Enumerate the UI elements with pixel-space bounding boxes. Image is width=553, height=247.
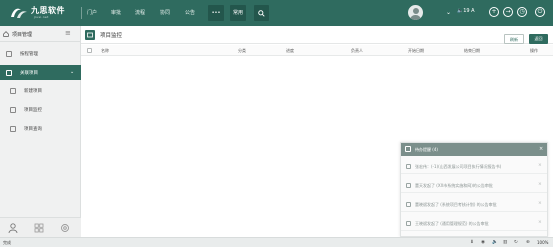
chevron-down-icon: ⌄ (70, 69, 75, 75)
notification-header: 待办提醒 (4) × (401, 143, 547, 156)
sidebar-item-project-query[interactable]: 项目查询 (0, 121, 81, 136)
close-icon[interactable]: × (538, 182, 542, 187)
speaker-icon[interactable]: 🔈 (492, 240, 498, 245)
column-owner[interactable]: 负责人 (351, 48, 363, 54)
avatar-body (410, 14, 421, 20)
notification-text: 王晓斌发起了 (通用管理规范) 的公告审批 (415, 221, 489, 226)
sidebar-item-label: 项目监控 (24, 108, 42, 113)
avatar-head (412, 7, 419, 14)
status-text: 完成 (3, 240, 11, 245)
sidebar-item-related-projects[interactable]: 关联项目 ⌄ (0, 65, 81, 80)
home-icon (3, 31, 9, 37)
notification-text: 董天发起了 (XX市系统实施和网)的公告审批 (415, 183, 493, 188)
user-icon[interactable] (8, 223, 18, 233)
page-title: 项目监控 (100, 33, 123, 39)
sidebar-item-label: 关联项目 (20, 71, 38, 76)
eye-icon[interactable]: ◉ (481, 240, 485, 245)
sidebar-item-process-management[interactable]: 按程管理 (0, 46, 81, 61)
more-button[interactable]: ••• (208, 5, 224, 21)
status-bar: 完成 ⬇ ◉ 🔈 ▥ ↻ ⊕ 100% (0, 237, 553, 247)
volume-indicator: 🔈19 A (457, 8, 475, 14)
close-icon[interactable]: × (538, 220, 542, 225)
message-icon (406, 202, 411, 207)
column-name[interactable]: 名称 (101, 48, 109, 54)
sidebar-item-label: 按程管理 (20, 52, 38, 57)
message-icon (406, 221, 411, 226)
notification-item[interactable]: 张宏伟：(-1)(山西发展公司项目执行情况报告书) × (401, 159, 547, 174)
user-avatar[interactable] (408, 5, 423, 20)
notification-item[interactable]: 董天发起了 (XX市系统实施和网)的公告审批 × (401, 178, 547, 193)
power-icon[interactable]: ⏻ (535, 7, 545, 17)
column-start-date[interactable]: 开始日期 (408, 48, 424, 54)
column-end-date[interactable]: 结束日期 (464, 48, 480, 54)
clock-icon[interactable]: ◷ (517, 7, 527, 17)
list-icon (6, 50, 12, 57)
sidebar: 项目管理 ≡ 按程管理 关联项目 ⌄ 新建项目 项目监控 项目查询 (0, 26, 81, 237)
select-all-checkbox[interactable] (87, 48, 92, 53)
page-header: 项目监控 刷新 返回 (81, 26, 553, 44)
nav-workflow[interactable]: 流程 (135, 9, 145, 16)
column-progress[interactable]: 进度 (286, 48, 294, 54)
apps-icon[interactable] (34, 223, 44, 233)
sidebar-title: 项目管理 (12, 32, 33, 38)
page-icon (85, 30, 95, 40)
refresh-icon[interactable]: ↻ (514, 240, 518, 245)
message-icon (406, 183, 411, 188)
forward-icon[interactable]: → (503, 7, 513, 17)
search-button[interactable] (254, 5, 269, 21)
column-actions: 操作 (530, 48, 538, 53)
settings-icon[interactable] (60, 223, 70, 233)
sidebar-bottom-bar (0, 217, 81, 237)
top-bar: 九思软件 jiusi.net 门户 审批 流程 协同 公告 ••• 常用 ⌄ 🔈… (0, 0, 553, 26)
folder-icon (87, 32, 93, 38)
logo-subtext: jiusi.net (34, 15, 49, 19)
notification-item[interactable]: 董晓斌发起了 (系统项目考核计划) 的公告审批 × (401, 197, 547, 212)
bell-icon (405, 146, 411, 152)
notification-panel: 待办提醒 (4) × 张宏伟：(-1)(山西发展公司项目执行情况报告书) × 董… (400, 142, 548, 237)
back-button[interactable]: 返回 (529, 34, 548, 44)
trash-icon[interactable]: ▥ (503, 240, 507, 245)
folder-icon (6, 69, 12, 76)
sidebar-item-new-project[interactable]: 新建项目 (0, 83, 81, 98)
add-icon[interactable]: + (489, 7, 499, 17)
download-icon[interactable]: ⬇ (470, 240, 474, 245)
close-icon[interactable]: × (539, 146, 543, 152)
document-icon (10, 125, 16, 132)
search-icon (258, 9, 265, 17)
favorites-button[interactable]: 常用 (230, 5, 246, 21)
notification-text: 张宏伟：(-1)(山西发展公司项目执行情况报告书) (415, 164, 502, 169)
message-icon (406, 164, 411, 169)
nav-announcement[interactable]: 公告 (185, 9, 195, 16)
nav-portal[interactable]: 门户 (87, 9, 97, 16)
volume-text: 19 A (463, 8, 475, 14)
logo-icon (11, 8, 27, 18)
notification-text: 董晓斌发起了 (系统项目考核计划) 的公告审批 (415, 202, 497, 207)
zoom-level[interactable]: 100% (537, 240, 548, 245)
sidebar-item-label: 新建项目 (24, 89, 42, 94)
nav-approval[interactable]: 审批 (111, 9, 121, 16)
zoom-icon[interactable]: ⊕ (526, 240, 530, 245)
document-icon (10, 106, 16, 113)
notification-item[interactable]: 王晓斌发起了 (通用管理规范) 的公告审批 × (401, 216, 547, 231)
divider (81, 7, 82, 19)
sidebar-header: 项目管理 ≡ (0, 26, 81, 42)
refresh-button[interactable]: 刷新 (504, 34, 524, 44)
menu-icon[interactable]: ≡ (65, 29, 71, 37)
close-icon[interactable]: × (538, 163, 542, 168)
nav-collaboration[interactable]: 协同 (160, 9, 170, 16)
chevron-down-icon[interactable]: ⌄ (446, 9, 451, 16)
sidebar-item-project-monitor[interactable]: 项目监控 (0, 102, 81, 117)
notification-title: 待办提醒 (4) (415, 147, 438, 152)
table-header: 名称 分类 进度 负责人 开始日期 结束日期 操作 (81, 45, 553, 56)
document-icon (10, 87, 16, 94)
column-category[interactable]: 分类 (238, 48, 246, 54)
sidebar-item-label: 项目查询 (24, 127, 42, 132)
close-icon[interactable]: × (538, 201, 542, 206)
